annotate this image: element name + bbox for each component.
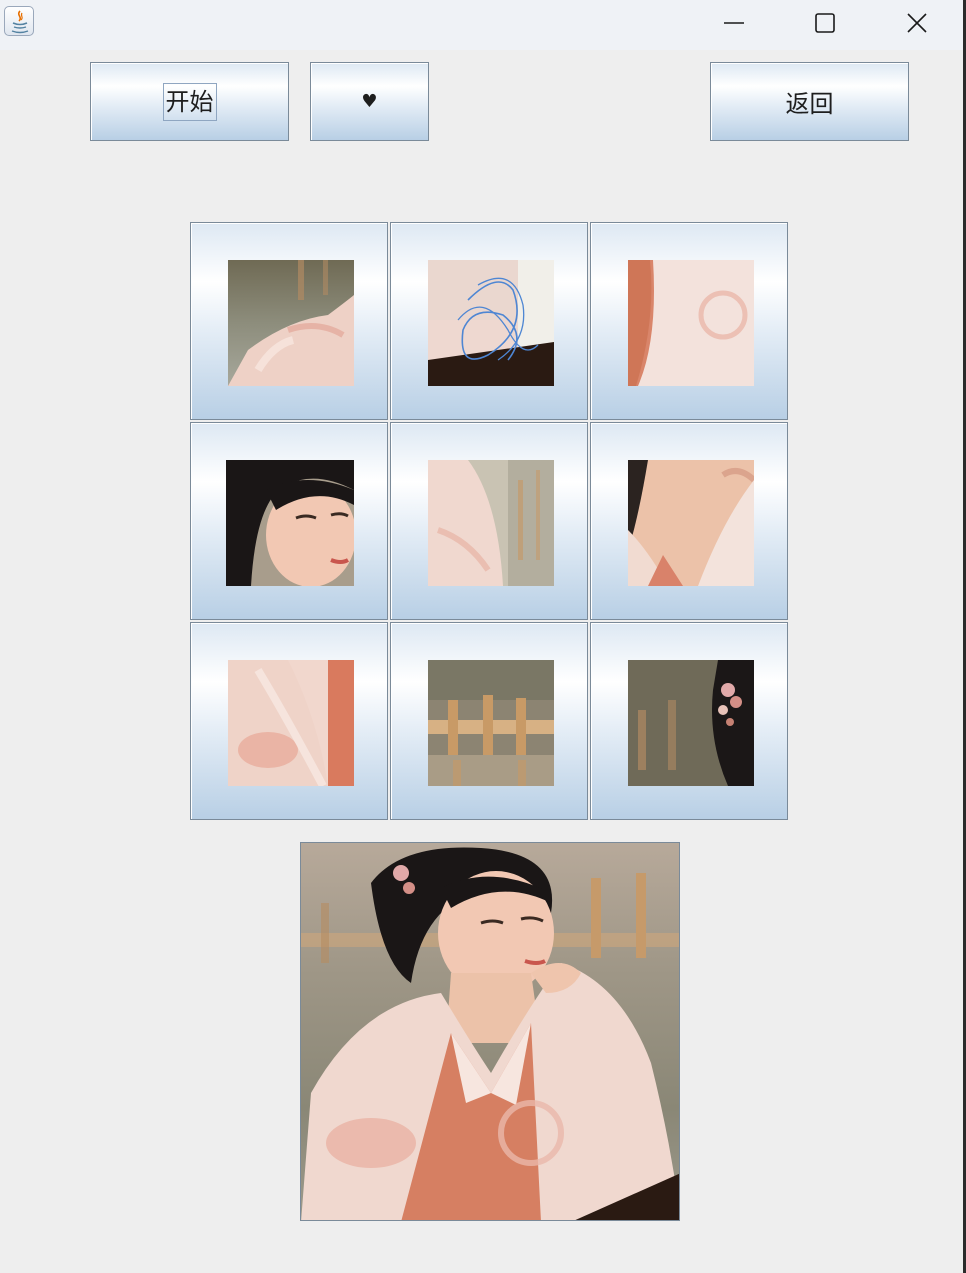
back-button[interactable]: 返回 xyxy=(710,62,909,141)
puzzle-cell-9[interactable] xyxy=(590,622,788,820)
puzzle-cell-8[interactable] xyxy=(390,622,588,820)
start-button-label: 开始 xyxy=(162,82,217,121)
heart-icon: ♥ xyxy=(361,91,378,112)
title-bar[interactable] xyxy=(0,0,966,50)
puzzle-cell-5[interactable] xyxy=(390,422,588,620)
puzzle-cell-3[interactable] xyxy=(590,222,788,420)
tile-scribble-rail xyxy=(428,260,554,386)
puzzle-cell-1[interactable] xyxy=(190,222,388,420)
start-button[interactable]: 开始 xyxy=(90,62,289,141)
tile-sleeve-water xyxy=(428,460,554,586)
heart-button[interactable]: ♥ xyxy=(310,62,429,141)
close-icon[interactable] xyxy=(894,0,940,46)
tile-hair-ornament xyxy=(628,660,754,786)
tile-neck xyxy=(628,460,754,586)
back-button-label: 返回 xyxy=(785,90,834,118)
tile-sleeve-right xyxy=(628,260,754,386)
java-icon xyxy=(4,6,34,36)
minimize-icon[interactable] xyxy=(711,0,757,46)
original-image xyxy=(300,842,680,1221)
puzzle-cell-2[interactable] xyxy=(390,222,588,420)
tile-robe-lower xyxy=(228,660,354,786)
puzzle-cell-6[interactable] xyxy=(590,422,788,620)
tile-bridge xyxy=(428,660,554,786)
app-window: 开始 ♥ 返回 xyxy=(0,0,966,1273)
tile-face xyxy=(226,460,354,586)
maximize-icon[interactable] xyxy=(802,0,848,46)
puzzle-grid xyxy=(190,222,789,821)
puzzle-cell-7[interactable] xyxy=(190,622,388,820)
puzzle-cell-4[interactable] xyxy=(190,422,388,620)
tile-shoulder-water xyxy=(228,260,354,386)
